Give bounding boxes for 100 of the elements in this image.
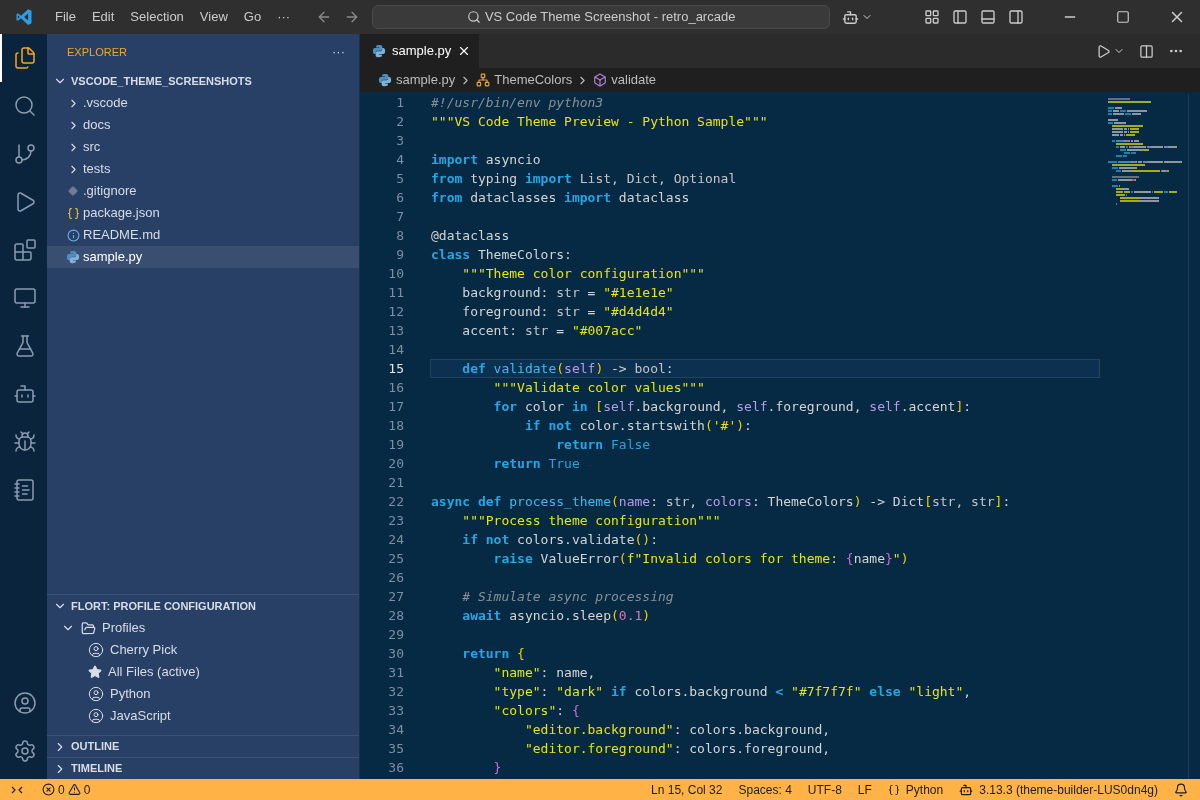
breadcrumb-item[interactable]: validate [593,70,657,90]
profile-item[interactable]: All Files (active) [47,661,359,683]
line-number: 19 [388,435,404,454]
menu-item[interactable]: File [47,7,84,27]
line-number: 35 [388,739,404,758]
line-number: 31 [388,663,404,682]
line-number: 3 [396,131,404,150]
editor-tab[interactable]: sample.py [360,34,480,68]
notebook-icon[interactable] [12,478,37,502]
breadcrumb-item[interactable]: ThemeColors [476,70,573,90]
line-number: 28 [388,606,404,625]
play-icon [1096,43,1111,59]
tree-item[interactable]: sample.py [47,246,359,268]
line-number: 26 [388,568,404,587]
status-item[interactable]: Spaces: 4 [738,780,792,799]
code-line: foreground: str = "#d4d4d4" [461,303,674,321]
maximize-icon[interactable] [1116,10,1130,24]
extensions-icon[interactable] [12,238,37,262]
notifications-icon[interactable] [1174,782,1188,797]
panel-bottom-icon[interactable] [980,9,996,25]
account-icon[interactable] [12,691,37,715]
sidebar-title: EXPLORER [67,44,127,60]
command-center[interactable]: VS Code Theme Screenshot - retro_arcade [372,5,831,29]
split-editor-icon[interactable] [1139,43,1154,59]
panel-right-icon[interactable] [1008,9,1024,25]
monitor-icon[interactable] [12,286,37,310]
code-line: "type": "dark" if colors.background < "#7f7f7f" else "light", [492,683,972,701]
run-button[interactable] [1096,43,1125,59]
line-number: 1 [396,93,404,112]
folder-header[interactable]: VSCODE_THEME_SCREENSHOTS [47,70,359,92]
copilot-icon [959,782,974,797]
line-number: 8 [396,226,404,245]
line-number: 22 [388,492,404,511]
layout-icon[interactable] [924,9,940,25]
code-line: def validate(self) -> bool: [461,360,674,378]
user-icon [88,708,104,724]
code-line: "name": name, [492,664,596,682]
line-number: 15 [388,359,404,378]
code-line: return False [555,436,651,454]
code-line: return { [461,645,525,663]
code-line: } [492,759,502,777]
status-item[interactable]: Python [887,780,944,799]
section-header[interactable]: FLORT: PROFILE CONFIGURATION [47,595,359,617]
diamond-icon [68,186,78,196]
menu-item[interactable]: ··· [269,7,299,27]
code-line: """Validate color values""" [492,379,705,397]
status-item[interactable]: 3.13.3 (theme-builder-LUS0dn4g) [959,780,1158,799]
profile-item[interactable]: Python [47,683,359,705]
menu-item[interactable]: Go [235,7,270,27]
code-line: """VS Code Theme Preview - Python Sample""" [431,113,768,131]
code-line: import asyncio [431,151,541,169]
search-icon[interactable] [12,94,37,118]
copilot-menu[interactable] [842,8,874,26]
line-number: 18 [388,416,404,435]
line-number: 34 [388,720,404,739]
profile-item[interactable]: Cherry Pick [47,639,359,661]
code-line: background: str = "#1e1e1e" [461,284,674,302]
status-item[interactable]: UTF-8 [807,780,842,799]
star-icon [88,665,102,679]
breadcrumb-item[interactable]: sample.py [378,70,456,90]
files-icon[interactable] [12,46,37,70]
copilot-icon [842,8,860,26]
problems-button[interactable]: 0 0 [42,780,91,799]
info-icon [66,228,80,242]
code-line: for color in [self.background, self.foreground, self.accent]: [492,398,972,416]
line-number: 5 [396,169,404,188]
tree-item[interactable]: Profiles [47,617,359,639]
line-number: 24 [388,530,404,549]
bug-icon[interactable] [12,430,37,454]
line-number: 32 [388,682,404,701]
status-item[interactable]: LF [857,780,872,799]
line-number: 6 [396,188,404,207]
braces-icon [66,206,80,220]
menu-item[interactable]: View [191,7,236,27]
code-line: if not colors.validate(): [461,531,658,549]
more-actions[interactable]: ··· [332,42,345,62]
error-icon [42,783,55,796]
menu-item[interactable]: Selection [122,7,192,27]
code-line: return True [492,455,580,473]
settings-icon[interactable] [12,739,37,763]
line-number: 20 [388,454,404,473]
line-number: 27 [388,587,404,606]
source-control-icon[interactable] [12,142,37,166]
menu-item[interactable]: Edit [83,7,123,27]
status-item[interactable]: Ln 15, Col 32 [651,780,723,799]
panel-left-icon[interactable] [952,9,968,25]
code-line: """Theme color configuration""" [461,265,705,283]
search-icon [466,10,481,24]
code-line: # Simulate async processing [461,588,674,606]
line-number: 21 [388,473,404,492]
code-line: from dataclasses import dataclass [431,189,690,207]
line-number: 29 [388,625,404,644]
line-number: 25 [388,549,404,568]
line-number: 11 [388,283,404,302]
code-line: if not color.startswith('#'): [523,417,752,435]
code-line: from typing import List, Dict, Optional [431,170,737,188]
section-header[interactable]: OUTLINE [47,735,359,757]
robot-icon[interactable] [12,382,37,406]
profile-item[interactable]: JavaScript [47,705,359,727]
line-number: 14 [388,340,404,359]
